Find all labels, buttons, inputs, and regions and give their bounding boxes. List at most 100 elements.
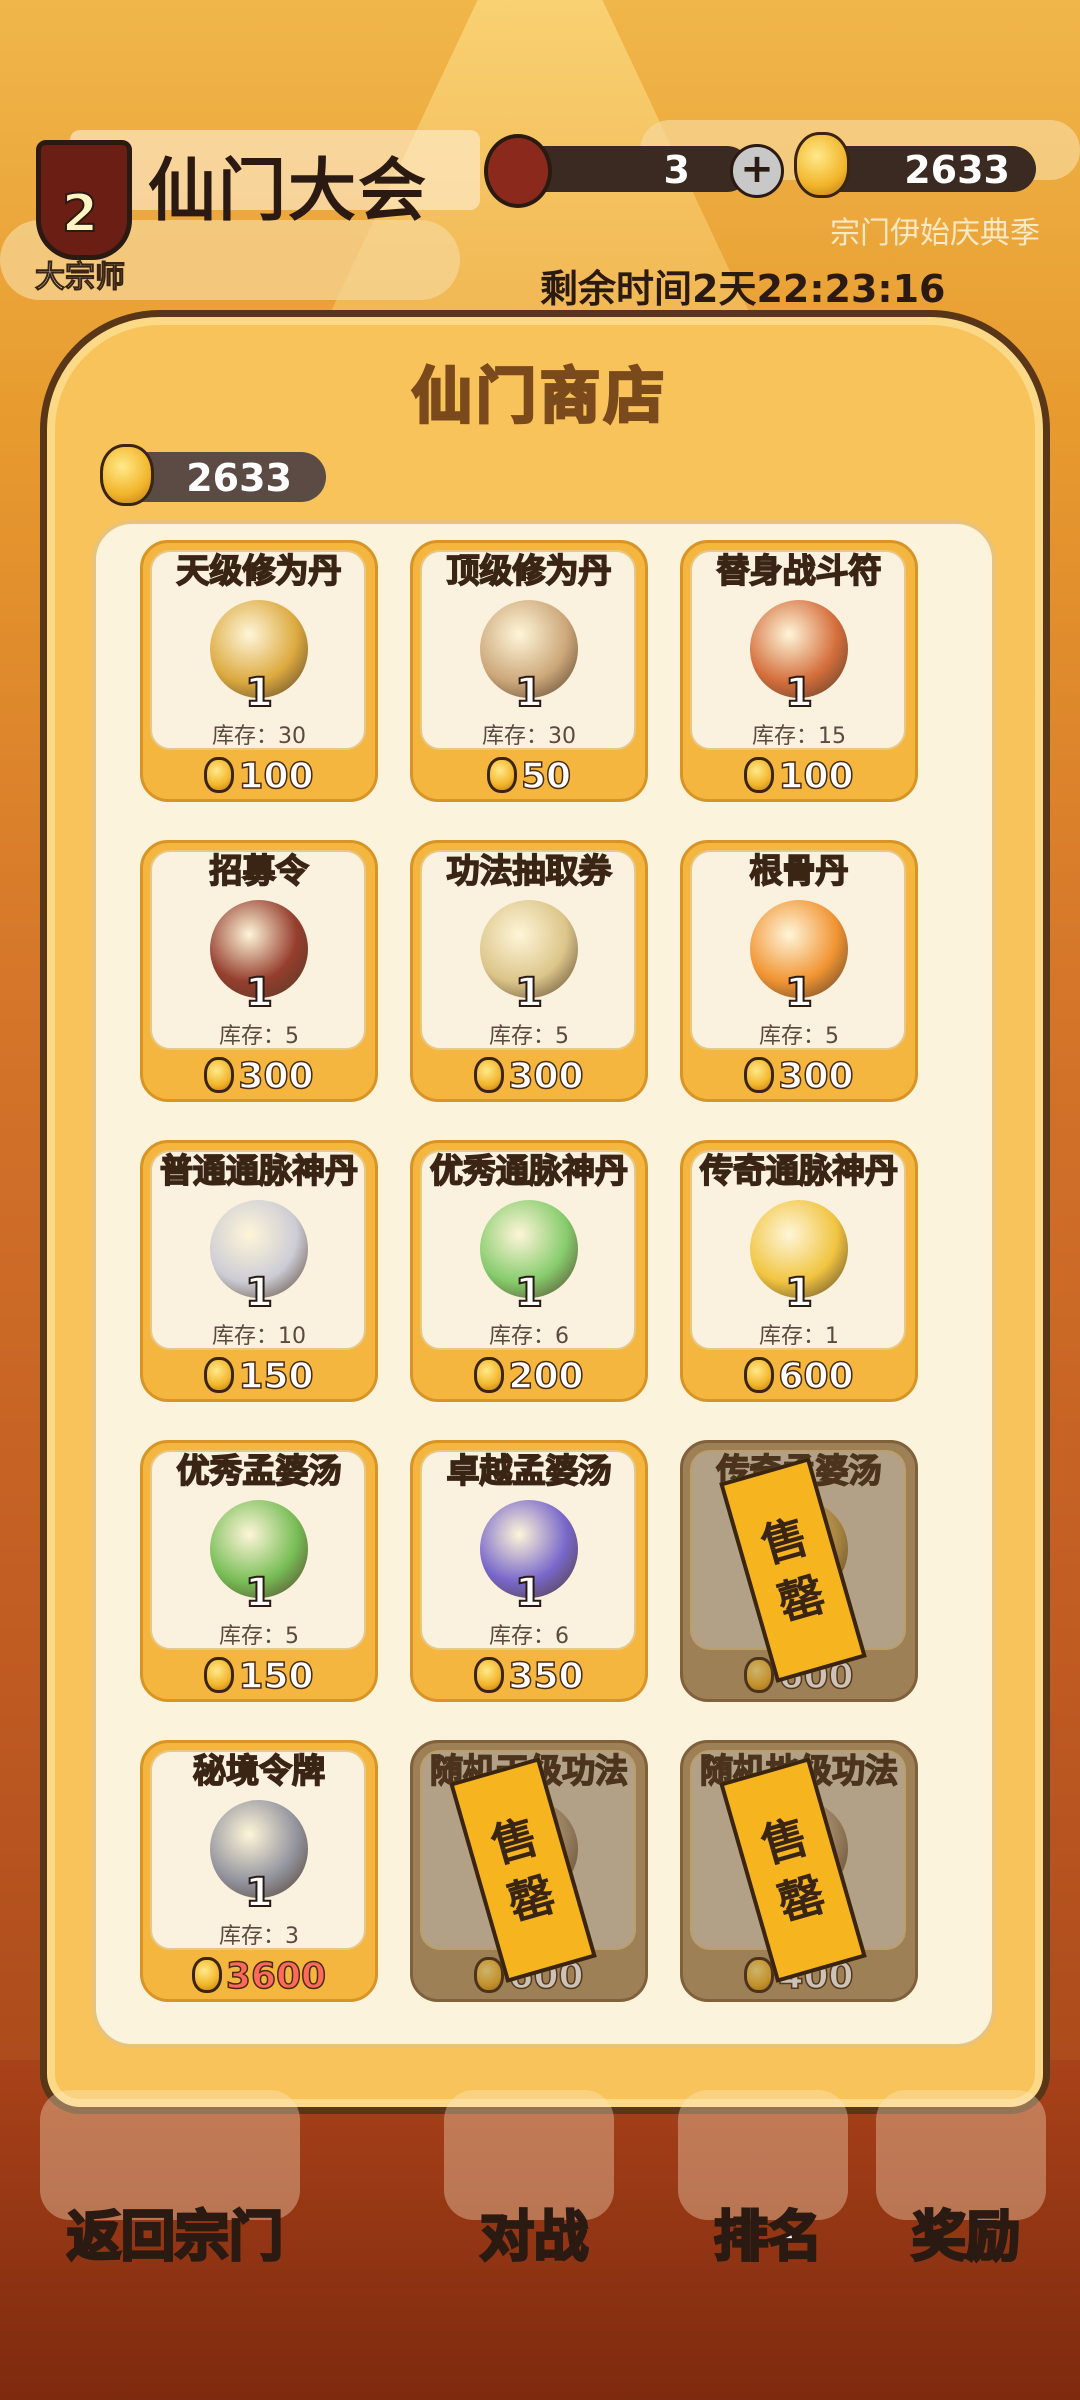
item-name: 秘境令牌	[192, 1750, 326, 1791]
item-name: 传奇通脉神丹	[699, 1150, 899, 1191]
item-name: 普通通脉神丹	[159, 1150, 359, 1191]
item-price-value: 350	[508, 1655, 585, 1698]
price-coin-icon	[204, 1057, 235, 1093]
shop-item-card[interactable]: 功法抽取券 1 库存：5 300	[410, 840, 648, 1102]
currency-amount: 2633	[904, 148, 1010, 192]
price-coin-icon	[474, 1057, 505, 1093]
sold-out-char: 售	[755, 1808, 815, 1874]
item-quantity: 1	[514, 969, 544, 1017]
item-price: 3600	[140, 1955, 378, 1998]
nav-back-to-sect[interactable]: 返回宗门	[10, 2080, 340, 2280]
ticket-count: 3	[663, 148, 690, 192]
item-stock: 库存：5	[219, 1624, 299, 1649]
price-coin-icon	[474, 1657, 505, 1693]
price-coin-icon	[744, 757, 775, 793]
shop-item-card[interactable]: 根骨丹 1 库存：5 300	[680, 840, 918, 1102]
item-price-value: 150	[238, 1655, 315, 1698]
add-ticket-button[interactable]: +	[730, 144, 784, 198]
nav-battle[interactable]: 对战	[414, 2080, 654, 2280]
item-stock: 库存：6	[489, 1624, 569, 1649]
shop-item-card[interactable]: 随机天级功法库600售罄	[410, 1740, 648, 2002]
item-name: 根骨丹	[749, 850, 850, 891]
shop-item-card[interactable]: 传奇通脉神丹 1 库存：1 600	[680, 1140, 918, 1402]
item-name: 替身战斗符	[716, 550, 883, 591]
sold-out-char: 售	[755, 1508, 815, 1574]
shop-item-card[interactable]: 优秀通脉神丹 1 库存：6 200	[410, 1140, 648, 1402]
price-coin-icon	[744, 1357, 775, 1393]
rank-title: 大宗师	[35, 260, 126, 296]
price-coin-icon	[204, 1357, 235, 1393]
shop-item-card[interactable]: 秘境令牌 1 库存：3 3600	[140, 1740, 378, 2002]
item-quantity: 1	[514, 669, 544, 717]
nav-rewards[interactable]: 奖励	[846, 2080, 1080, 2280]
item-quantity: 1	[784, 969, 814, 1017]
item-quantity: 1	[244, 969, 274, 1017]
shop-item-card[interactable]: 随机地级功法库400售罄	[680, 1740, 918, 2002]
item-price: 100	[680, 755, 918, 798]
shop-item-card[interactable]: 普通通脉神丹 1 库存：10 150	[140, 1140, 378, 1402]
shop-item-card[interactable]: 优秀孟婆汤 1 库存：5 150	[140, 1440, 378, 1702]
price-coin-icon	[204, 757, 235, 793]
price-coin-icon	[204, 1657, 235, 1693]
item-stock: 库存：15	[752, 724, 846, 749]
rank-badge[interactable]: 2 大宗师	[20, 140, 140, 296]
item-price-value: 200	[508, 1355, 585, 1398]
item-stock: 库存：5	[759, 1024, 839, 1049]
item-name: 优秀孟婆汤	[176, 1450, 343, 1491]
item-price-value: 3600	[225, 1955, 327, 1998]
item-price: 300	[680, 1055, 918, 1098]
rank-number: 2	[61, 183, 99, 245]
shop-item-card[interactable]: 传奇孟婆汤库600售罄	[680, 1440, 918, 1702]
price-coin-icon	[191, 1957, 222, 1993]
item-price-value: 600	[778, 1355, 855, 1398]
item-stock: 库存：1	[759, 1324, 839, 1349]
shop-currency-bar: 2633	[100, 444, 326, 506]
sold-out-char: 罄	[771, 1566, 831, 1632]
item-price: 200	[410, 1355, 648, 1398]
price-coin-icon	[474, 1357, 505, 1393]
item-stock: 库存：3	[219, 1924, 299, 1949]
item-price: 300	[140, 1055, 378, 1098]
price-coin-icon	[486, 757, 517, 793]
sold-out-char: 罄	[771, 1866, 831, 1932]
shop-title: 仙门商店	[411, 361, 668, 434]
currency-coin-icon	[794, 132, 850, 198]
shop-item-card[interactable]: 顶级修为丹 1 库存：30 50	[410, 540, 648, 802]
nav-back-label: 返回宗门	[66, 2204, 285, 2270]
item-quantity: 1	[244, 669, 274, 717]
item-quantity: 1	[244, 1869, 274, 1917]
item-quantity: 1	[244, 1569, 274, 1617]
item-price-value: 100	[778, 755, 855, 798]
item-stock: 库存：30	[212, 724, 306, 749]
season-name: 宗门伊始庆典季	[830, 216, 1040, 251]
nav-rewards-label: 奖励	[911, 2204, 1022, 2270]
item-price-value: 300	[778, 1055, 855, 1098]
item-stock: 库存：5	[219, 1024, 299, 1049]
event-title: 仙门大会	[148, 152, 429, 231]
item-name: 顶级修为丹	[446, 550, 613, 591]
nav-battle-label: 对战	[479, 2204, 590, 2270]
ticket-icon	[484, 134, 552, 208]
item-price: 600	[680, 1355, 918, 1398]
price-coin-icon	[744, 1057, 775, 1093]
item-name: 招募令	[209, 850, 310, 891]
item-stock: 库存：5	[489, 1024, 569, 1049]
item-price-value: 100	[238, 755, 315, 798]
item-name: 卓越孟婆汤	[446, 1450, 613, 1491]
item-price-value: 300	[508, 1055, 585, 1098]
item-quantity: 1	[514, 1569, 544, 1617]
shop-item-card[interactable]: 卓越孟婆汤 1 库存：6 350	[410, 1440, 648, 1702]
item-price: 100	[140, 755, 378, 798]
item-quantity: 1	[784, 669, 814, 717]
shop-item-card[interactable]: 天级修为丹 1 库存：30 100	[140, 540, 378, 802]
item-price-value: 150	[238, 1355, 315, 1398]
item-stock: 库存：30	[482, 724, 576, 749]
item-stock: 库存：10	[212, 1324, 306, 1349]
shop-item-card[interactable]: 招募令 1 库存：5 300	[140, 840, 378, 1102]
shop-item-card[interactable]: 替身战斗符 1 库存：15 100	[680, 540, 918, 802]
shop-coin-icon	[100, 444, 154, 506]
item-quantity: 1	[244, 1269, 274, 1317]
item-price: 150	[140, 1655, 378, 1698]
sold-out-char: 售	[485, 1808, 545, 1874]
item-name: 功法抽取券	[446, 850, 613, 891]
